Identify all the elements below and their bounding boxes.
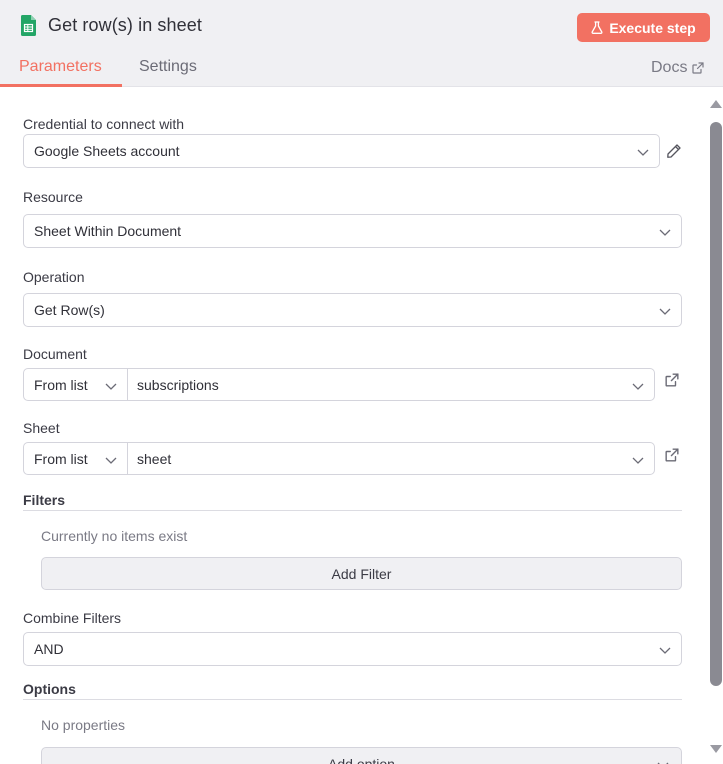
node-title: Get row(s) in sheet [48, 15, 202, 35]
add-option-label: Add option [328, 755, 395, 764]
combine-filters-select[interactable]: AND [23, 632, 682, 666]
google-sheets-icon [21, 15, 36, 36]
filters-heading: Filters [23, 492, 66, 508]
operation-select[interactable]: Get Row(s) [23, 293, 682, 327]
sheet-mode-select[interactable]: From list [23, 442, 128, 475]
combine-filters-label: Combine Filters [23, 610, 122, 626]
scroll-up-arrow[interactable] [710, 100, 722, 108]
document-select[interactable]: subscriptions [127, 368, 655, 401]
chevron-down-icon [659, 308, 671, 315]
sheet-label: Sheet [23, 420, 60, 436]
credential-select[interactable]: Google Sheets account [23, 134, 660, 168]
scroll-down-arrow[interactable] [710, 745, 722, 753]
options-empty-text: No properties [41, 717, 126, 733]
filters-empty-text: Currently no items exist [41, 528, 188, 544]
resource-select[interactable]: Sheet Within Document [23, 214, 682, 248]
document-mode-value: From list [34, 376, 88, 393]
node-parameters-panel: Get row(s) in sheet Execute step Paramet… [0, 0, 723, 764]
filters-divider [23, 510, 682, 511]
sheet-mode-value: From list [34, 450, 88, 467]
chevron-down-icon [105, 457, 117, 464]
external-link-icon [692, 62, 705, 74]
credential-label: Credential to connect with [23, 116, 185, 132]
flask-icon [591, 21, 603, 34]
parameters-form: Credential to connect with Google Sheets… [0, 87, 708, 764]
chevron-down-icon [659, 229, 671, 236]
docs-label: Docs [651, 59, 688, 76]
vertical-scrollbar[interactable] [708, 87, 723, 764]
sheet-value: sheet [137, 450, 172, 467]
chevron-down-icon [632, 383, 644, 390]
chevron-down-icon [105, 383, 117, 390]
chevron-down-icon [637, 149, 649, 156]
panel-header: Get row(s) in sheet Execute step Paramet… [0, 0, 723, 87]
document-label: Document [23, 346, 87, 362]
execute-step-button[interactable]: Execute step [577, 13, 710, 42]
docs-link[interactable]: Docs [651, 59, 705, 77]
combine-filters-value: AND [34, 641, 64, 657]
credential-value: Google Sheets account [34, 143, 180, 159]
chevron-down-icon [657, 762, 669, 764]
add-filter-button[interactable]: Add Filter [41, 557, 682, 590]
tab-parameters[interactable]: Parameters [19, 58, 102, 76]
add-option-button[interactable]: Add option [41, 747, 682, 764]
options-divider [23, 699, 682, 700]
resource-label: Resource [23, 189, 83, 205]
pencil-icon[interactable] [666, 143, 682, 159]
document-mode-select[interactable]: From list [23, 368, 128, 401]
sheet-select[interactable]: sheet [127, 442, 655, 475]
options-heading: Options [23, 681, 76, 697]
operation-value: Get Row(s) [34, 302, 105, 318]
external-link-icon[interactable] [665, 448, 679, 462]
chevron-down-icon [632, 457, 644, 464]
operation-label: Operation [23, 269, 85, 285]
tab-settings[interactable]: Settings [139, 58, 197, 76]
execute-step-label: Execute step [609, 19, 696, 36]
scroll-thumb[interactable] [710, 122, 722, 686]
resource-value: Sheet Within Document [34, 223, 182, 239]
document-value: subscriptions [137, 376, 219, 393]
external-link-icon[interactable] [665, 373, 679, 387]
chevron-down-icon [659, 647, 671, 654]
